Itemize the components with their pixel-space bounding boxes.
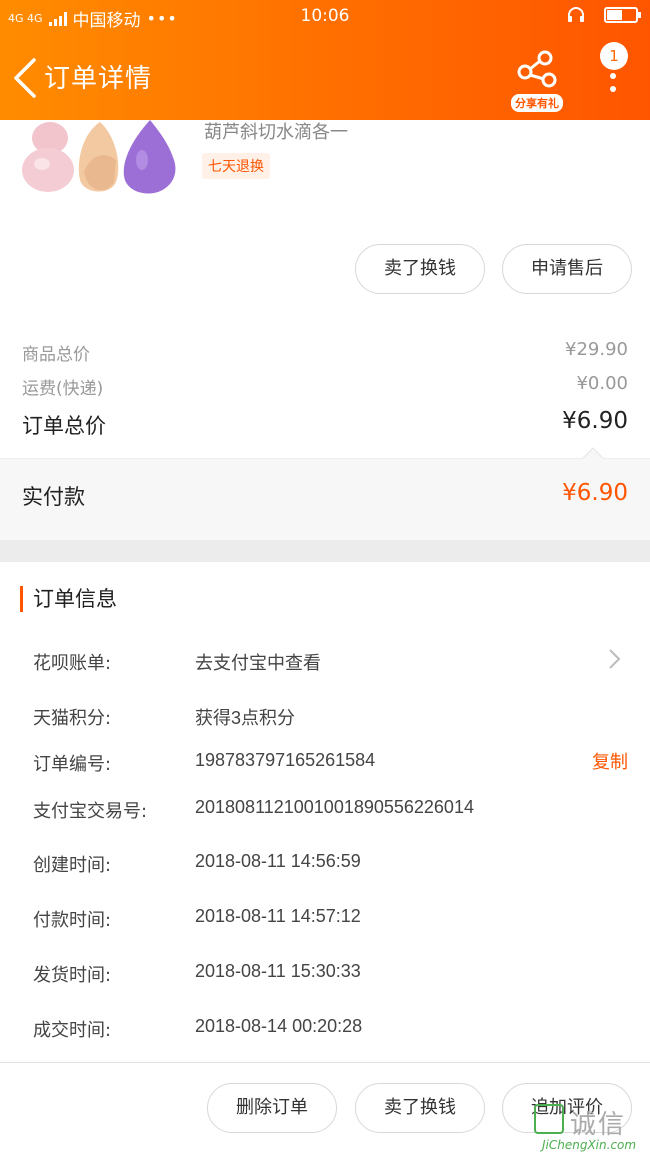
order-number-value: 198783797165261584 <box>195 750 376 770</box>
created-time-label: 创建时间: <box>33 855 112 876</box>
more-dot-icon <box>610 86 616 92</box>
sell-for-cash-button[interactable]: 卖了换钱 <box>355 244 485 294</box>
app-header: 4G 4G 中国移动 ••• 10:06 订单详情 分享有礼 1 <box>0 0 650 120</box>
paid-amount-value: ¥6.90 <box>562 480 628 506</box>
sell-for-cash-bottom-button[interactable]: 卖了换钱 <box>355 1083 485 1133</box>
return-policy-tag: 七天退换 <box>202 153 270 179</box>
message-badge: 1 <box>600 42 628 70</box>
delete-order-button[interactable]: 删除订单 <box>207 1083 337 1133</box>
ship-time-value: 2018-08-11 15:30:33 <box>195 961 361 981</box>
back-arrow-icon[interactable] <box>12 56 38 100</box>
alipay-trade-no-value: 2018081121001001890556226014 <box>195 797 474 817</box>
product-name: 葫芦斜切水滴各一 <box>204 122 348 143</box>
deal-time-value: 2018-08-14 00:20:28 <box>195 1016 363 1036</box>
battery-icon <box>604 7 641 23</box>
order-total-label: 订单总价 <box>22 414 106 438</box>
tmall-points-label: 天猫积分: <box>33 708 112 729</box>
created-time-value: 2018-08-11 14:56:59 <box>195 851 361 871</box>
more-menu-button[interactable]: 1 <box>596 40 636 100</box>
after-sales-button[interactable]: 申请售后 <box>502 244 632 294</box>
copy-order-number-button[interactable]: 复制 <box>592 748 628 774</box>
watermark-text: 诚信 <box>570 1110 627 1140</box>
payment-time-value: 2018-08-11 14:57:12 <box>195 906 361 926</box>
share-label: 分享有礼 <box>511 94 563 112</box>
order-info-heading: 订单信息 <box>20 586 117 612</box>
paid-amount-label: 实付款 <box>22 485 85 509</box>
payment-time-label: 付款时间: <box>33 910 112 931</box>
ship-time-label: 发货时间: <box>33 965 112 986</box>
huabei-bill-label: 花呗账单: <box>33 653 112 674</box>
order-total-value: ¥6.90 <box>562 408 628 434</box>
shipping-value: ¥0.00 <box>576 373 628 394</box>
deal-time-label: 成交时间: <box>33 1020 112 1041</box>
huabei-bill-link[interactable]: 去支付宝中查看 <box>195 649 321 675</box>
paid-amount-box <box>0 458 650 540</box>
goods-total-value: ¥29.90 <box>565 339 628 360</box>
watermark-logo: 诚信 JiChengXin.com <box>530 1104 650 1155</box>
caret-up-icon <box>582 447 604 459</box>
section-divider <box>0 540 650 562</box>
share-button[interactable]: 分享有礼 <box>508 50 566 112</box>
shipping-label: 运费(快递) <box>22 379 104 399</box>
watermark-icon <box>534 1104 564 1134</box>
headset-icon <box>568 7 584 22</box>
alipay-trade-no-label: 支付宝交易号: <box>33 801 148 822</box>
tmall-points-value: 获得3点积分 <box>195 708 296 728</box>
order-number-label: 订单编号: <box>33 754 112 775</box>
watermark-sub: JiChengXin.com <box>542 1138 637 1152</box>
status-bar: 4G 4G 中国移动 ••• 10:06 <box>0 0 650 34</box>
share-icon <box>517 50 557 88</box>
page-title: 订单详情 <box>44 64 153 94</box>
status-clock: 10:06 <box>300 6 350 26</box>
goods-total-label: 商品总价 <box>22 345 90 365</box>
chevron-right-icon[interactable] <box>606 648 622 670</box>
nav-bar: 订单详情 分享有礼 1 <box>0 40 650 120</box>
product-image[interactable] <box>18 116 183 198</box>
more-dot-icon <box>610 73 616 79</box>
